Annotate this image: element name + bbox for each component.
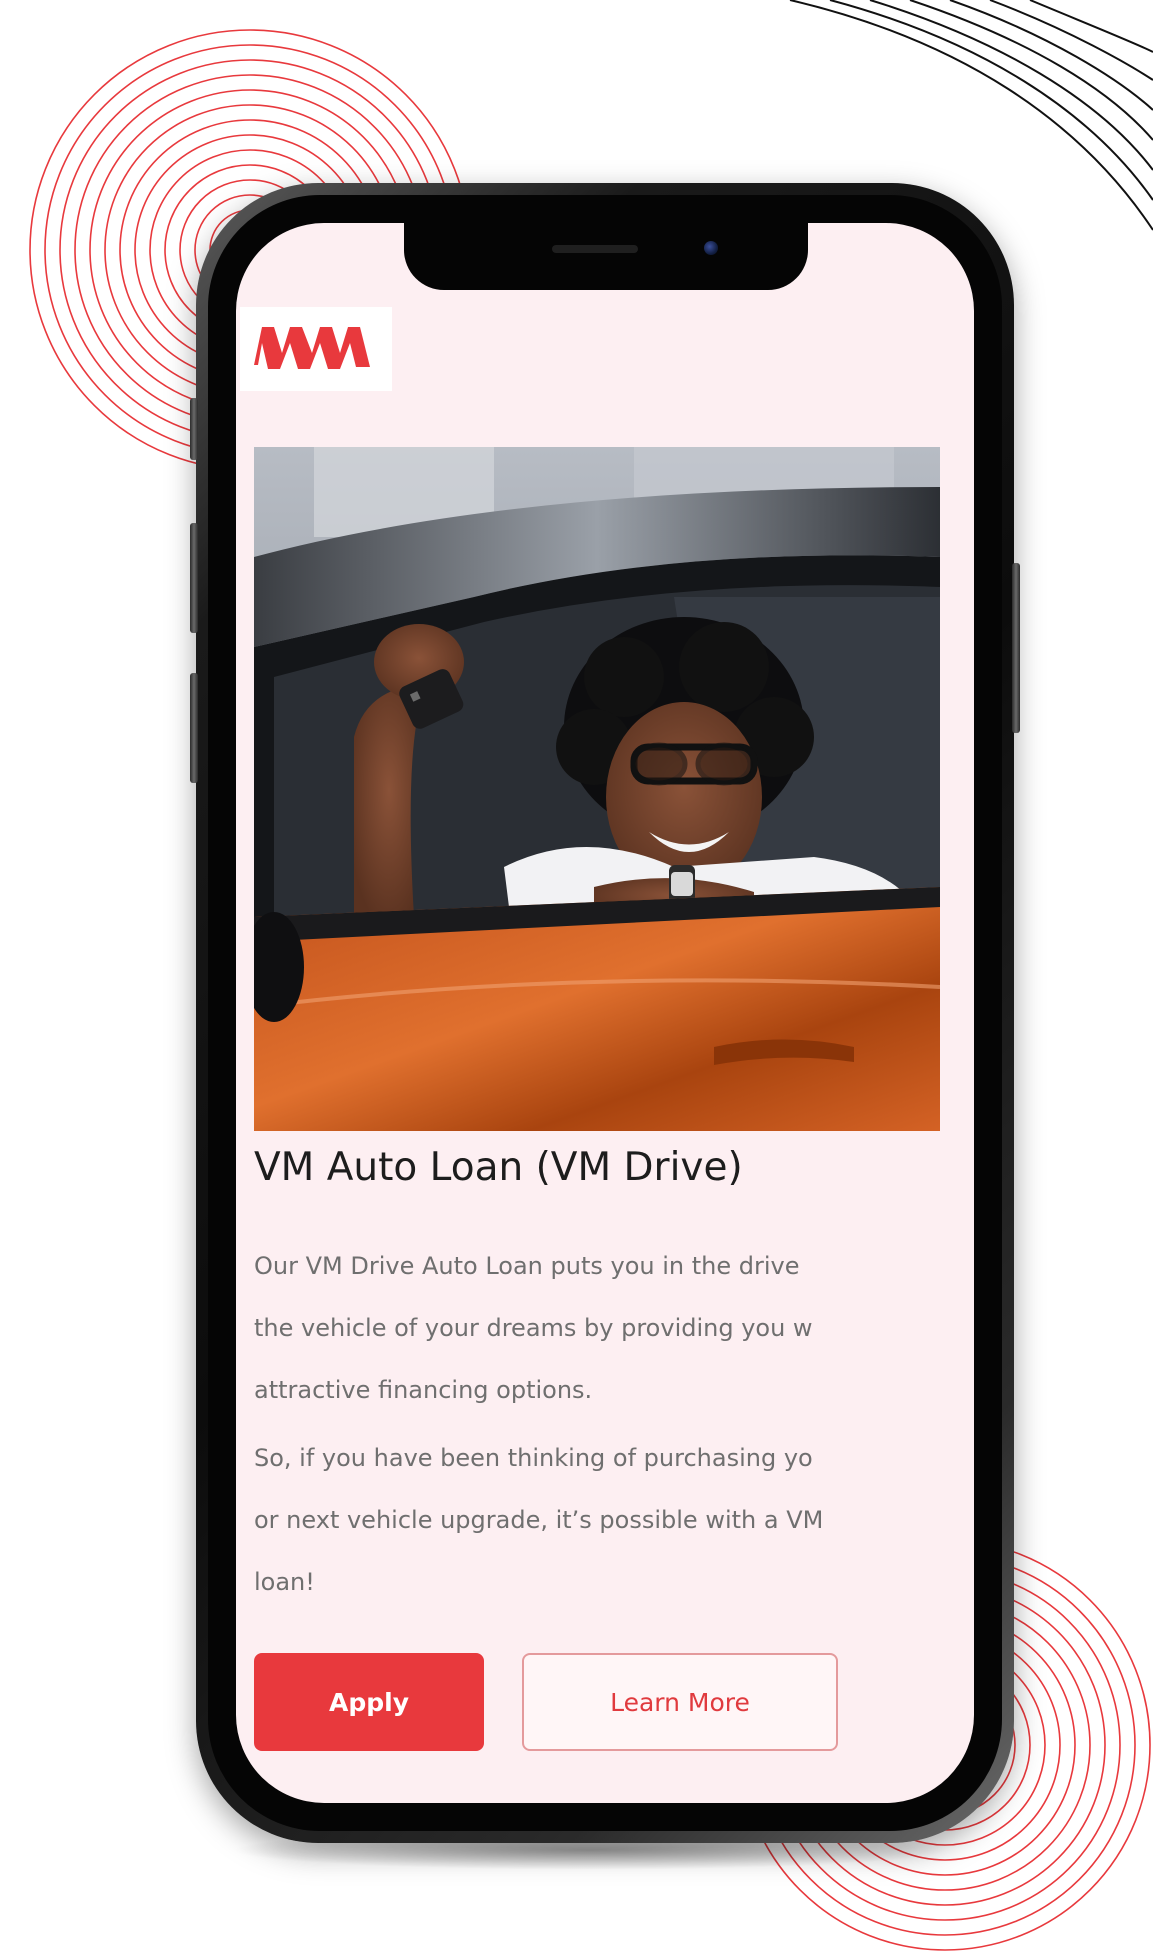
description-line: attractive financing options. <box>254 1376 593 1404</box>
front-camera-icon <box>704 241 718 255</box>
vm-logo[interactable] <box>240 307 392 391</box>
phone-notch <box>404 223 808 290</box>
vm-logo-icon <box>254 327 370 369</box>
phone-screen: VM Auto Loan (VM Drive) Our VM Drive Aut… <box>236 223 974 1803</box>
upgrade-line: So, if you have been thinking of purchas… <box>254 1444 813 1472</box>
upgrade-line: or next vehicle upgrade, it’s possible w… <box>254 1506 824 1534</box>
silent-switch <box>190 398 198 460</box>
volume-down-button <box>190 673 198 783</box>
description-paragraph: Our VM Drive Auto Loan puts you in the d… <box>254 1235 974 1421</box>
apply-button[interactable]: Apply <box>254 1653 484 1751</box>
learn-more-button[interactable]: Learn More <box>522 1653 838 1751</box>
volume-up-button <box>190 523 198 633</box>
hero-photo <box>254 447 940 1131</box>
power-button <box>1012 563 1020 733</box>
upgrade-paragraph: So, if you have been thinking of purchas… <box>254 1427 974 1613</box>
page-title: VM Auto Loan (VM Drive) <box>254 1145 743 1190</box>
speaker-grille <box>552 245 638 253</box>
description-line: the vehicle of your dreams by providing … <box>254 1314 813 1342</box>
phone-frame: VM Auto Loan (VM Drive) Our VM Drive Aut… <box>190 183 1020 1843</box>
description-line: Our VM Drive Auto Loan puts you in the d… <box>254 1252 800 1280</box>
upgrade-line: loan! <box>254 1568 315 1596</box>
woman-holding-car-key-photo <box>254 447 940 1131</box>
promo-stage: VM Auto Loan (VM Drive) Our VM Drive Aut… <box>0 0 1153 1952</box>
